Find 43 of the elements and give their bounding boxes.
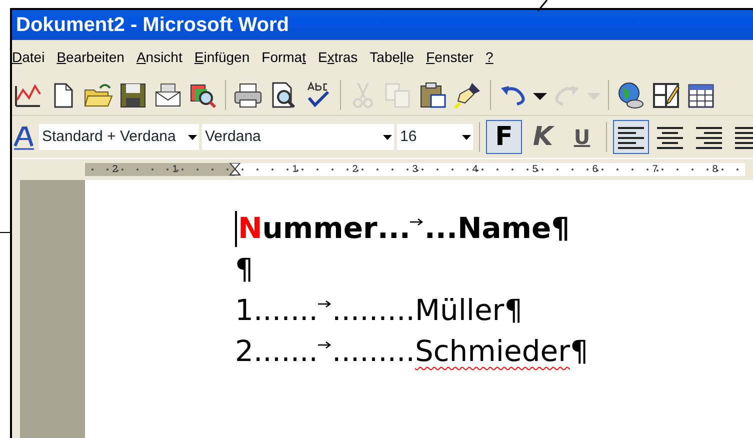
bold-button[interactable]: F [486,120,522,154]
underline-button[interactable]: U [564,120,600,154]
align-left-icon[interactable] [613,120,649,154]
document-text: 1 [235,292,254,329]
menu-item[interactable]: Extras [312,46,364,68]
document-text: Schmieder [414,333,570,370]
menu-item[interactable]: Fenster [420,46,480,68]
document-text: Nummer [238,210,378,247]
document-text: Name [457,210,552,247]
ruler[interactable]: 2 1 1 2 3 4 5 6 7 8 [85,163,745,176]
style-dropdown[interactable]: Standard + Verdana [39,124,199,150]
tab-arrow-icon [318,340,332,348]
menu-item[interactable]: Bearbeiten [50,46,130,68]
styles-icon[interactable] [12,124,36,150]
paragraph-mark: ¶ [551,210,570,247]
caret-icon [462,134,471,140]
tab-arrow-icon [318,300,332,308]
caret-icon [188,134,197,140]
paragraph-mark: ¶ [504,292,523,329]
menu-item[interactable]: Format [256,46,312,68]
menu-item[interactable]: Ansicht [130,46,188,68]
tab-leader: ... [424,210,458,247]
paragraph-mark: ¶ [235,251,254,288]
tab-leader: ....... [253,333,318,370]
tab-leader: ... [377,210,410,247]
document-text: 2 [235,333,254,370]
menu-item[interactable]: Einfügen [188,46,256,68]
tab-leader: ......... [332,292,415,329]
menu-item[interactable]: Datei [12,46,51,68]
paragraph-mark: ¶ [570,333,588,370]
tab-leader: ....... [253,292,318,329]
font-size-dropdown[interactable]: 16 [397,124,473,150]
tab-leader: ......... [332,333,415,370]
menu-item[interactable]: Tabelle [364,46,420,68]
window-title: Dokument2 - Microsoft Word [12,10,753,40]
italic-button[interactable]: K [525,120,561,154]
font-dropdown[interactable]: Verdana [202,124,394,150]
indent-marker-icon[interactable] [229,163,241,176]
document-text: Müller [414,292,504,329]
text-cursor [235,210,237,246]
caret-icon [383,134,392,140]
menu-item[interactable]: ? [480,46,500,68]
tab-arrow-icon [410,218,424,226]
